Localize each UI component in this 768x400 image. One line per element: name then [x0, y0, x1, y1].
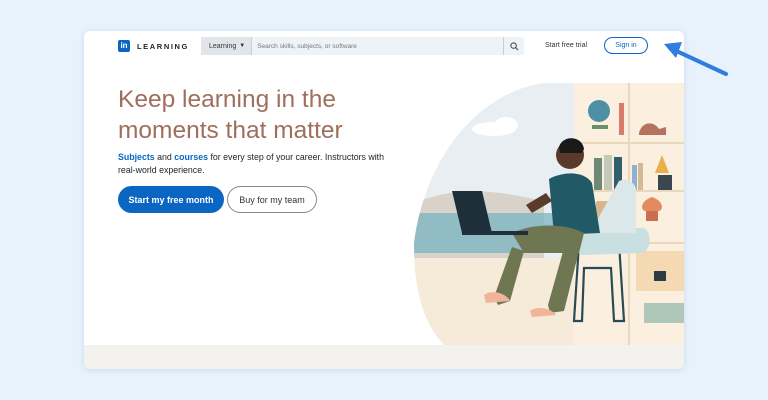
search-category-dropdown[interactable]: Learning ▼: [201, 37, 253, 55]
logo-text: LEARNING: [137, 41, 189, 51]
start-free-trial-link[interactable]: Start free trial: [545, 42, 587, 49]
linkedin-learning-logo[interactable]: in LEARNING: [118, 40, 189, 52]
top-nav: in LEARNING Learning ▼ Start free trial …: [84, 31, 684, 61]
search-bar: Learning ▼: [201, 37, 524, 55]
linkedin-logo-icon: in: [118, 40, 130, 52]
caret-down-icon: ▼: [239, 43, 246, 49]
sign-in-button[interactable]: Sign in: [604, 37, 648, 54]
search-icon: [509, 41, 519, 51]
start-free-month-button[interactable]: Start my free month: [118, 186, 224, 213]
hero-illustration: [414, 83, 684, 345]
search-category-label: Learning: [209, 42, 237, 50]
hero-subtitle: Subjects and courses for every step of y…: [118, 151, 388, 176]
subtitle-and: and: [154, 152, 175, 162]
hero-headline: Keep learning in the moments that matter: [118, 86, 343, 144]
buy-for-team-button[interactable]: Buy for my team: [227, 186, 317, 213]
footer-band: [84, 345, 684, 369]
search-button[interactable]: [503, 37, 524, 55]
arrow-pointer-icon: [664, 42, 728, 76]
subjects-link[interactable]: Subjects: [118, 152, 155, 162]
browser-window: in LEARNING Learning ▼ Start free trial …: [84, 31, 684, 369]
courses-link[interactable]: courses: [174, 152, 208, 162]
search-input[interactable]: [252, 41, 500, 51]
